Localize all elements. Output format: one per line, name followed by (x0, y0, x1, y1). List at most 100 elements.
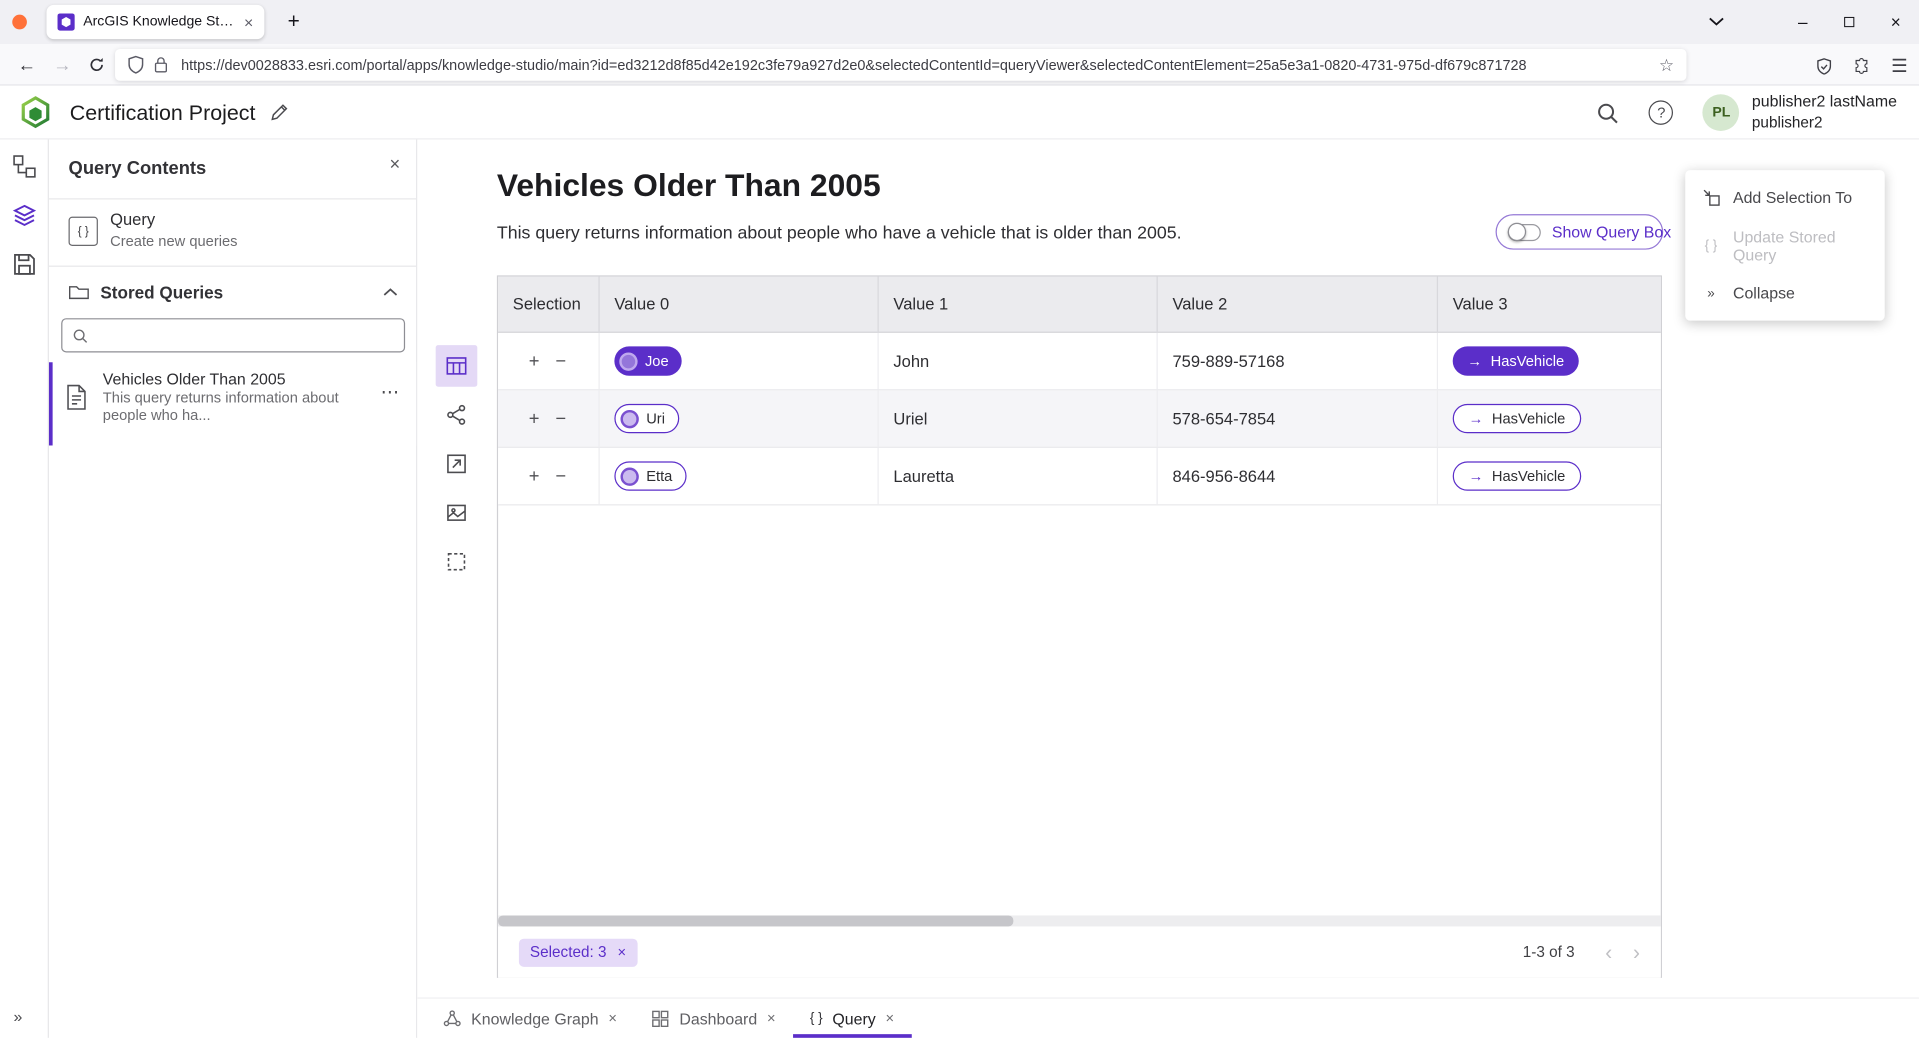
relationship-label: HasVehicle (1492, 410, 1565, 427)
relationship-pill[interactable]: → HasVehicle (1453, 461, 1582, 490)
show-query-box-toggle[interactable]: Show Query Box (1496, 214, 1664, 249)
data-model-icon[interactable] (12, 154, 36, 178)
relationship-pill[interactable]: → HasVehicle (1453, 346, 1579, 375)
item-options-ellipsis-icon[interactable]: ⋯ (381, 381, 401, 403)
tab-label: Dashboard (679, 1009, 757, 1027)
tab-close-icon[interactable]: × (767, 1010, 776, 1027)
table-row[interactable]: + − Joe John 759-889-57168 → HasVehicle (498, 333, 1661, 391)
contents-layers-icon[interactable] (12, 203, 36, 227)
table-view-icon[interactable] (436, 345, 478, 387)
avatar[interactable]: PL (1703, 94, 1740, 131)
tab-query[interactable]: { } Query × (793, 999, 912, 1038)
entity-dot-icon (620, 467, 638, 485)
stored-queries-search[interactable] (61, 318, 405, 352)
arrow-right-icon: → (1467, 352, 1482, 369)
arcgis-knowledge-logo (18, 95, 52, 129)
reload-button[interactable] (84, 53, 108, 77)
add-selection-icon (1701, 188, 1721, 206)
entity-pill[interactable]: Etta (614, 461, 687, 490)
tab-dashboard[interactable]: Dashboard × (634, 999, 793, 1038)
search-icon[interactable] (1596, 101, 1619, 124)
tab-close-icon[interactable]: × (608, 1010, 617, 1027)
user-menu[interactable]: PL publisher2 lastName publisher2 (1703, 92, 1897, 133)
cell-value1: John (879, 333, 1158, 389)
cell-value0: Uri (600, 390, 879, 446)
menu-item-collapse[interactable]: » Collapse (1685, 269, 1884, 317)
chevron-up-icon[interactable] (383, 288, 398, 298)
clear-selection-icon[interactable]: × (617, 944, 626, 961)
result-view-toolbar (436, 345, 478, 582)
user-info: publisher2 lastName publisher2 (1752, 92, 1897, 133)
tab-list-chevron-icon[interactable] (1708, 17, 1724, 27)
entity-dot-icon (619, 352, 637, 370)
cell-value2: 578-654-7854 (1158, 390, 1438, 446)
browser-tab[interactable]: ArcGIS Knowledge Studio × (47, 5, 265, 39)
stored-queries-title: Stored Queries (100, 283, 223, 303)
panel-close-icon[interactable]: × (389, 154, 400, 175)
user-username: publisher2 (1752, 113, 1897, 133)
selection-tool-icon[interactable] (436, 541, 478, 583)
open-chart-icon[interactable] (436, 443, 478, 485)
site-favicon-icon (58, 13, 75, 30)
menu-item-add-selection-to[interactable]: Add Selection To (1685, 174, 1884, 222)
tab-knowledge-graph[interactable]: Knowledge Graph × (426, 999, 634, 1038)
table-row[interactable]: + − Etta Lauretta 846-956-8644 → HasVehi… (498, 448, 1661, 506)
stored-query-list-item[interactable]: Vehicles Older Than 2005 This query retu… (49, 362, 416, 445)
shield-icon[interactable] (1813, 55, 1835, 77)
horizontal-scrollbar[interactable] (498, 915, 1661, 926)
cell-value0: Etta (600, 448, 879, 504)
help-icon[interactable]: ? (1649, 100, 1673, 124)
toggle-switch[interactable] (1508, 223, 1541, 240)
selected-count-chip[interactable]: Selected: 3 × (519, 938, 637, 966)
add-to-selection-button[interactable]: + (529, 408, 540, 429)
double-chevron-icon: » (1701, 286, 1721, 301)
tab-label: Query (832, 1009, 875, 1027)
cell-text: 578-654-7854 (1172, 409, 1275, 427)
link-chart-icon[interactable] (436, 394, 478, 436)
pagination-range: 1-3 of 3 (1523, 944, 1575, 961)
entity-label: Etta (646, 468, 672, 485)
back-button[interactable]: ← (15, 53, 39, 77)
maximize-button[interactable] (1826, 0, 1873, 44)
lock-icon[interactable] (154, 56, 171, 73)
tracking-shield-icon[interactable] (127, 55, 144, 75)
new-query-item[interactable]: { } Query Create new queries (49, 199, 416, 265)
edit-title-pencil-icon[interactable] (269, 103, 289, 123)
tab-title: ArcGIS Knowledge Studio (83, 15, 235, 30)
column-header: Value 0 (600, 277, 879, 332)
menu-item-label: Add Selection To (1733, 188, 1852, 206)
url-bar[interactable]: https://dev0028833.esri.com/portal/apps/… (115, 49, 1686, 81)
selected-count-label: Selected: 3 (530, 944, 607, 961)
entity-pill[interactable]: Joe (614, 346, 682, 375)
add-to-selection-button[interactable]: + (529, 466, 540, 487)
cell-value2: 759-889-57168 (1158, 333, 1438, 389)
save-icon[interactable] (12, 252, 36, 276)
remove-from-selection-button[interactable]: − (555, 351, 566, 372)
expand-rail-icon[interactable]: » (13, 1007, 22, 1025)
table-header-row: Selection Value 0 Value 1 Value 2 Value … (498, 277, 1661, 333)
toggle-knob (1508, 222, 1526, 240)
bookmark-star-icon[interactable]: ☆ (1659, 54, 1674, 75)
scrollbar-thumb[interactable] (498, 915, 1013, 926)
table-row[interactable]: + − Uri Uriel 578-654-7854 → HasVehicle (498, 390, 1661, 448)
remove-from-selection-button[interactable]: − (555, 408, 566, 429)
minimize-button[interactable]: – (1779, 0, 1826, 44)
stored-queries-header[interactable]: Stored Queries (49, 267, 416, 318)
entity-pill[interactable]: Uri (614, 404, 679, 433)
new-tab-button[interactable]: + (279, 7, 308, 36)
next-page-icon: › (1633, 942, 1640, 963)
close-button[interactable]: × (1872, 0, 1919, 44)
browser-nav-bar: ← → https://dev0028833.esri.com/portal/a… (0, 44, 1919, 86)
panel-title: Query Contents (69, 158, 207, 179)
menu-hamburger-icon[interactable]: ☰ (1888, 55, 1910, 77)
remove-from-selection-button[interactable]: − (555, 466, 566, 487)
cell-value1: Lauretta (879, 448, 1158, 504)
tab-close-icon[interactable]: × (885, 1010, 894, 1027)
extensions-puzzle-icon[interactable] (1850, 55, 1872, 77)
tab-close-icon[interactable]: × (244, 13, 253, 31)
add-to-selection-button[interactable]: + (529, 351, 540, 372)
stored-queries-search-input[interactable] (97, 327, 394, 344)
map-icon[interactable] (436, 492, 478, 534)
relationship-pill[interactable]: → HasVehicle (1453, 404, 1582, 433)
header-actions: ? PL publisher2 lastName publisher2 (1596, 86, 1896, 140)
